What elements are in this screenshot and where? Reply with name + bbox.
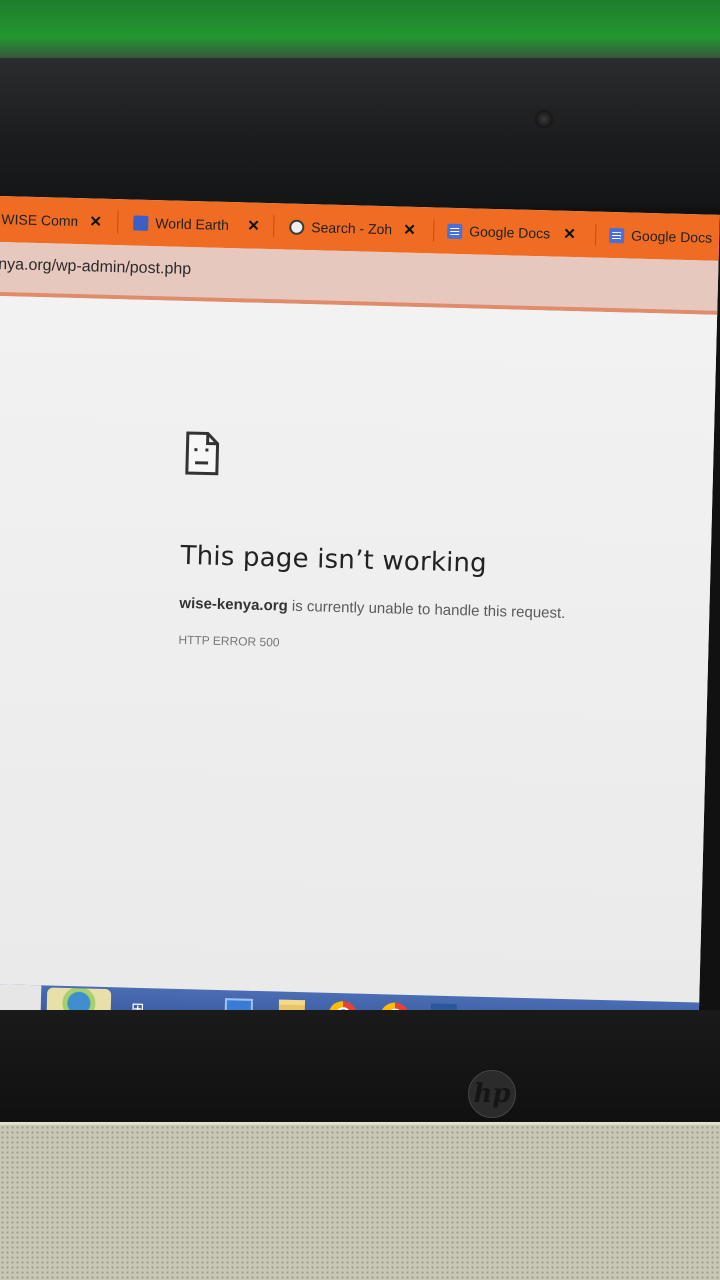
laptop-top-bezel	[0, 58, 720, 208]
docs-icon	[608, 227, 625, 243]
close-icon[interactable]: ✕	[563, 225, 576, 243]
background-wall	[0, 0, 720, 62]
tab-google-docs-2[interactable]: Google Docs	[608, 222, 720, 251]
sad-document-icon	[185, 431, 220, 476]
tab-separator	[117, 211, 119, 234]
close-icon[interactable]: ✕	[247, 216, 260, 234]
tab-separator	[273, 215, 275, 238]
tab-title: Search - Zoh	[311, 219, 392, 238]
tab-google-docs-1[interactable]: Google Docs ✕	[447, 218, 576, 247]
tab-title: WISE Comm	[1, 211, 78, 230]
error-message: wise-kenya.org is currently unable to ha…	[179, 595, 565, 622]
tab-search-zoho[interactable]: Search - Zoh ✕	[289, 214, 416, 243]
close-icon[interactable]: ✕	[89, 212, 102, 230]
tab-title: Google Docs	[630, 227, 713, 246]
hp-logo: hp	[468, 1070, 516, 1118]
page-title: This page isn’t working	[180, 540, 488, 579]
speaker-grille	[0, 1125, 720, 1280]
docs-icon	[447, 223, 463, 239]
tab-separator	[432, 219, 435, 242]
brand-text: hp	[473, 1079, 511, 1109]
tab-world-earth[interactable]: World Earth ✕	[133, 210, 260, 239]
error-page: This page isn’t working wise-kenya.org i…	[0, 295, 720, 1016]
error-message-text: is currently unable to handle this reque…	[287, 597, 566, 622]
laptop-screen: WISE Comm ✕ World Earth ✕ Search - Zoh ✕…	[0, 196, 720, 1049]
search-icon	[289, 219, 305, 235]
webcam-icon	[535, 110, 553, 128]
tab-title: World Earth	[155, 215, 230, 234]
tab-wise-comm[interactable]: WISE Comm ✕	[1, 206, 102, 235]
close-icon[interactable]: ✕	[403, 221, 416, 239]
error-domain: wise-kenya.org	[179, 594, 288, 615]
error-code: HTTP ERROR 500	[178, 632, 280, 650]
tab-separator	[594, 223, 597, 246]
app-icon	[133, 215, 149, 231]
tab-title: Google Docs	[469, 223, 551, 242]
url-text[interactable]: nya.org/wp-admin/post.php	[0, 256, 191, 279]
